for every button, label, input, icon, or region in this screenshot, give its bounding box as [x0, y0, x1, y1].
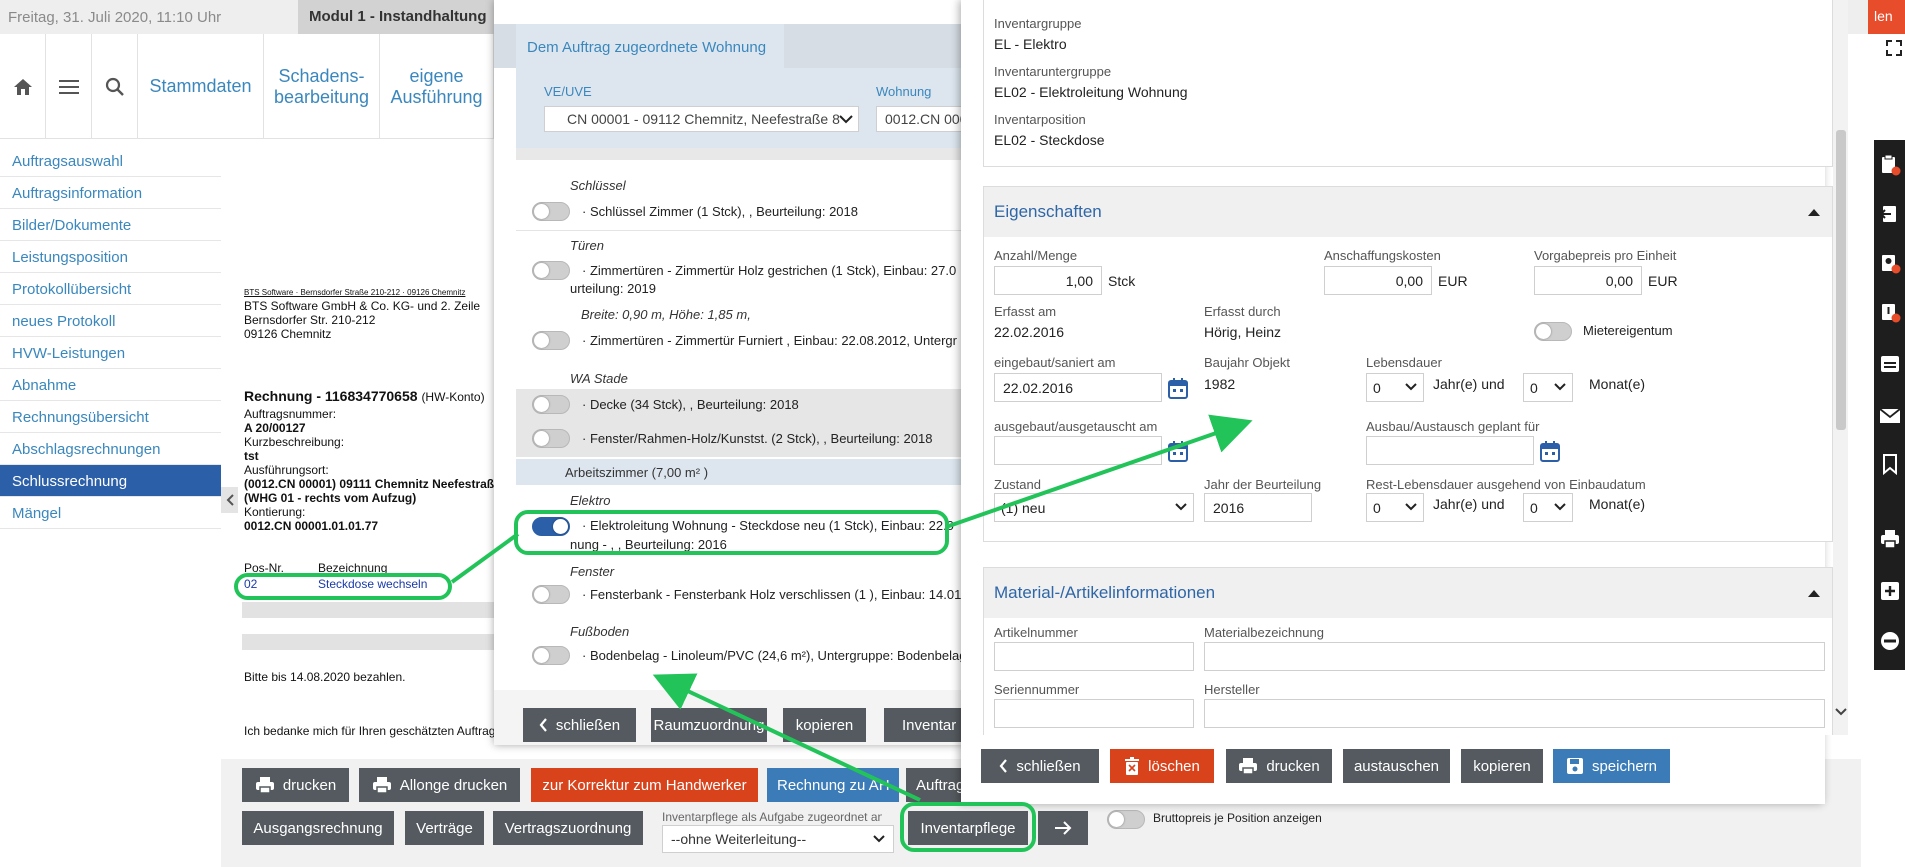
- annotation-arrows: [450, 414, 1253, 802]
- annotation-line: [450, 532, 520, 584]
- annotation-arrow: [652, 673, 921, 802]
- annotation-arrow: [945, 414, 1253, 529]
